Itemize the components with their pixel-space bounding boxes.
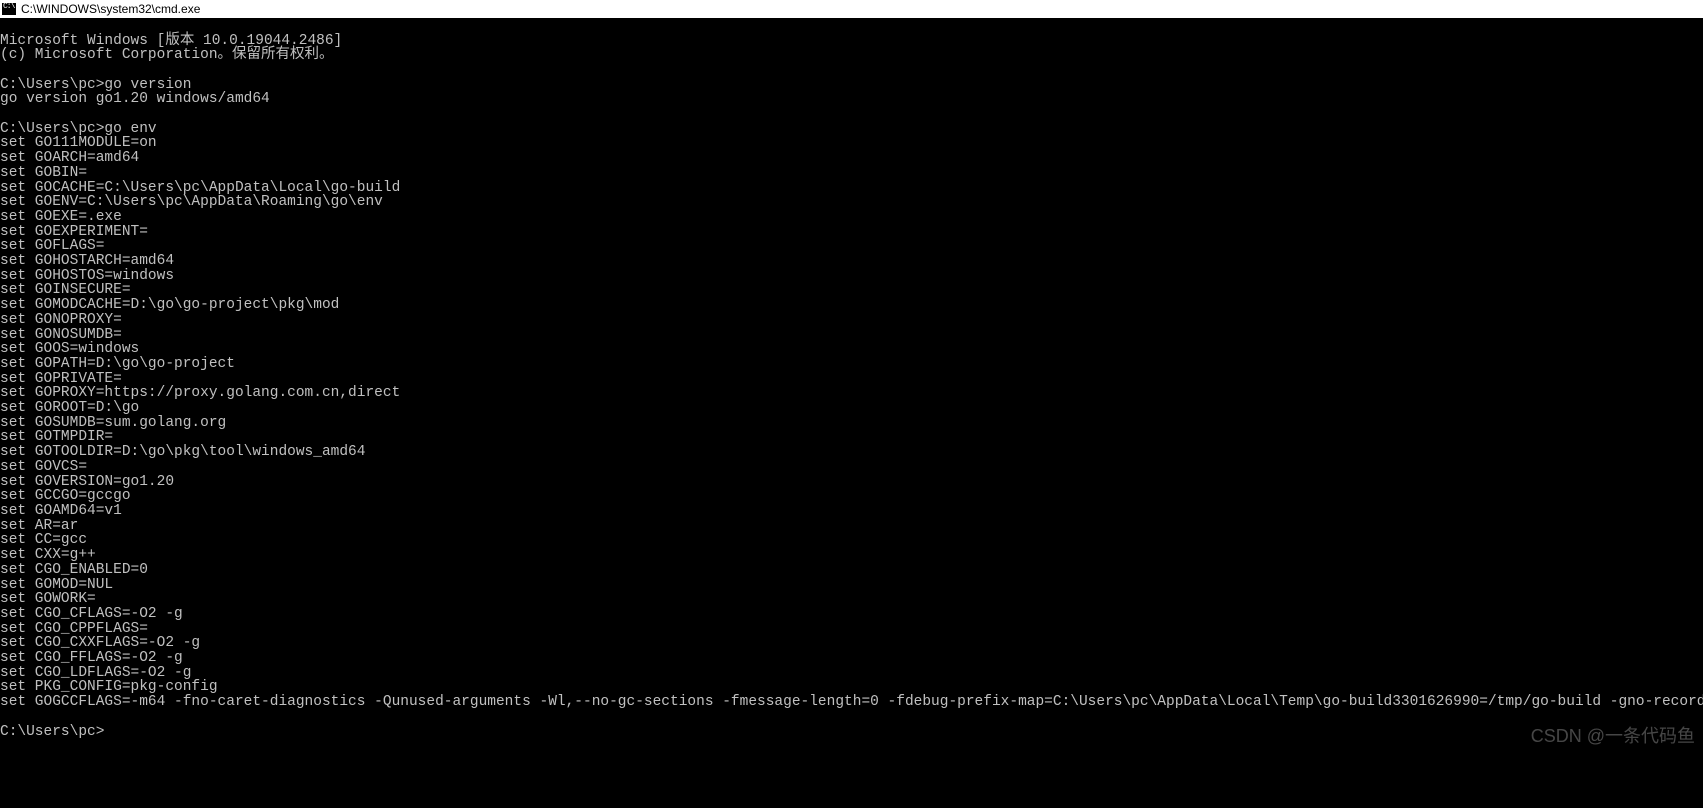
- window-title: C:\WINDOWS\system32\cmd.exe: [21, 2, 200, 16]
- terminal-output[interactable]: Microsoft Windows [版本 10.0.19044.2486] (…: [0, 34, 1703, 740]
- cmd-icon: [2, 3, 16, 15]
- window-titlebar[interactable]: C:\WINDOWS\system32\cmd.exe: [0, 0, 1703, 19]
